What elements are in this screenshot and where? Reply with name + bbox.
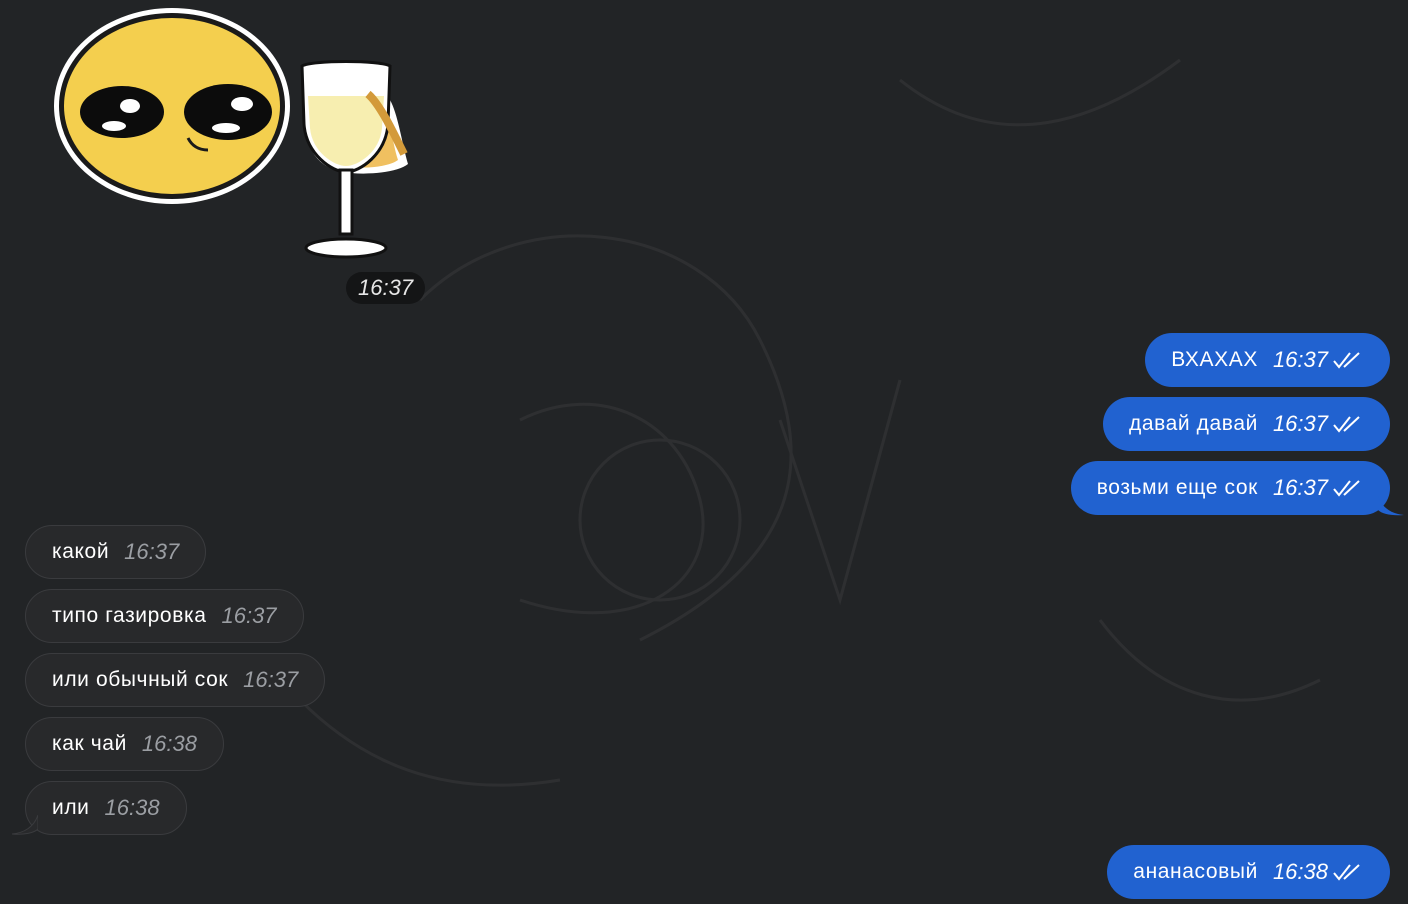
outgoing-message[interactable]: возьми еще сок 16:37 <box>1070 461 1390 515</box>
message-text: возьми еще сок <box>1096 476 1258 499</box>
incoming-message[interactable]: как чай 16:38 <box>25 717 224 771</box>
smiley-wine-glass-sticker[interactable] <box>50 4 420 268</box>
message-text: ананасовый <box>1133 860 1258 883</box>
bubble-tail <box>12 815 38 835</box>
outgoing-message[interactable]: ВХАХАХ 16:37 <box>1145 333 1390 387</box>
bubble-tail <box>1378 496 1404 516</box>
message-text: как чай <box>52 732 127 755</box>
double-check-icon <box>1333 480 1360 497</box>
chat-view: 16:37 ВХАХАХ 16:37 давай давай 16:37 воз… <box>0 0 1408 904</box>
message-time: 16:37 <box>221 603 277 628</box>
double-check-icon <box>1333 352 1360 369</box>
incoming-message[interactable]: типо газировка 16:37 <box>25 589 304 643</box>
outgoing-message[interactable]: давай давай 16:37 <box>1102 397 1390 451</box>
sticker-timestamp: 16:37 <box>346 272 426 304</box>
message-time: 16:37 <box>243 667 299 692</box>
message-time: 16:37 <box>124 539 180 564</box>
message-time: 16:37 <box>1272 347 1328 372</box>
message-text: или обычный сок <box>52 668 229 691</box>
double-check-icon <box>1333 416 1360 433</box>
incoming-message[interactable]: или обычный сок 16:37 <box>25 653 326 707</box>
message-time: 16:38 <box>141 731 197 756</box>
double-check-icon <box>1333 864 1360 881</box>
message-time: 16:38 <box>1272 859 1328 884</box>
message-text: или <box>52 796 90 819</box>
message-text: ВХАХАХ <box>1171 348 1258 371</box>
outgoing-message[interactable]: ананасовый 16:38 <box>1107 845 1390 899</box>
incoming-message[interactable]: какой 16:37 <box>25 525 207 579</box>
message-time: 16:37 <box>1272 411 1328 436</box>
message-text: типо газировка <box>52 604 207 627</box>
message-text: какой <box>52 540 110 563</box>
incoming-message[interactable]: или 16:38 <box>25 781 187 835</box>
message-time: 16:37 <box>1272 475 1328 500</box>
message-time: 16:38 <box>104 795 160 820</box>
message-text: давай давай <box>1128 412 1258 435</box>
